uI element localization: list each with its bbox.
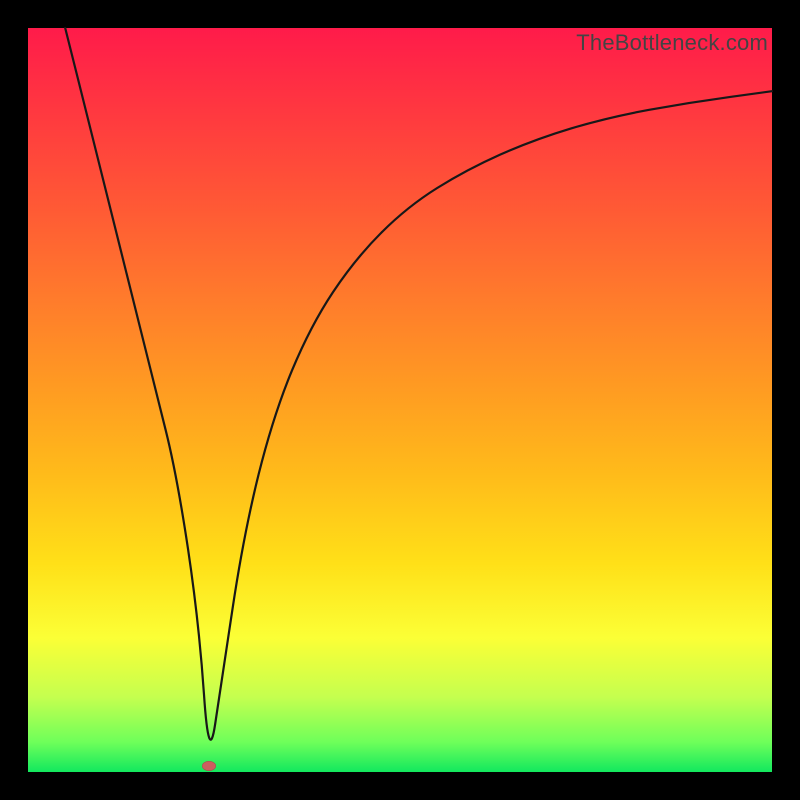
- bottleneck-curve: [28, 28, 772, 772]
- notch-marker: [202, 761, 216, 771]
- plot-area: [28, 28, 772, 772]
- chart-frame: TheBottleneck.com: [0, 0, 800, 800]
